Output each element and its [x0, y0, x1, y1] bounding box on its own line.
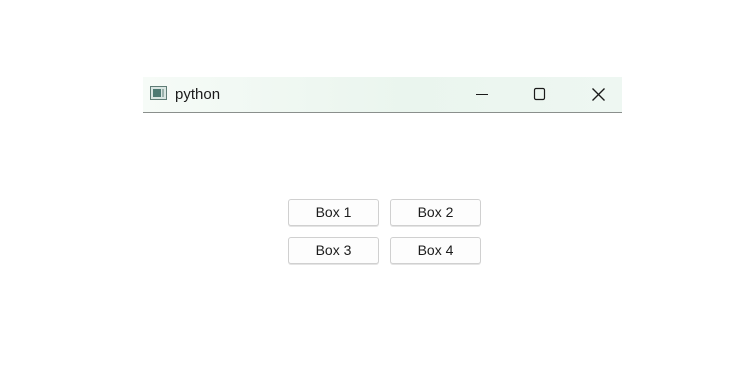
app-window-icon	[150, 86, 167, 100]
close-icon	[592, 88, 605, 101]
app-icon-strip	[162, 89, 164, 97]
box-4-button[interactable]: Box 4	[390, 237, 481, 264]
minimize-button[interactable]	[459, 77, 505, 112]
box-1-button[interactable]: Box 1	[288, 199, 379, 226]
window-titlebar[interactable]: python	[143, 77, 622, 113]
maximize-button[interactable]	[516, 77, 562, 112]
box-2-button[interactable]: Box 2	[390, 199, 481, 226]
window-title: python	[175, 86, 221, 103]
close-button[interactable]	[576, 77, 622, 112]
desktop-screen: python Box 1 Box 2 Box 3 Box 4	[0, 0, 737, 385]
minimize-icon	[476, 94, 488, 95]
app-icon-pane	[153, 89, 161, 97]
maximize-icon	[533, 87, 546, 101]
box-3-button[interactable]: Box 3	[288, 237, 379, 264]
